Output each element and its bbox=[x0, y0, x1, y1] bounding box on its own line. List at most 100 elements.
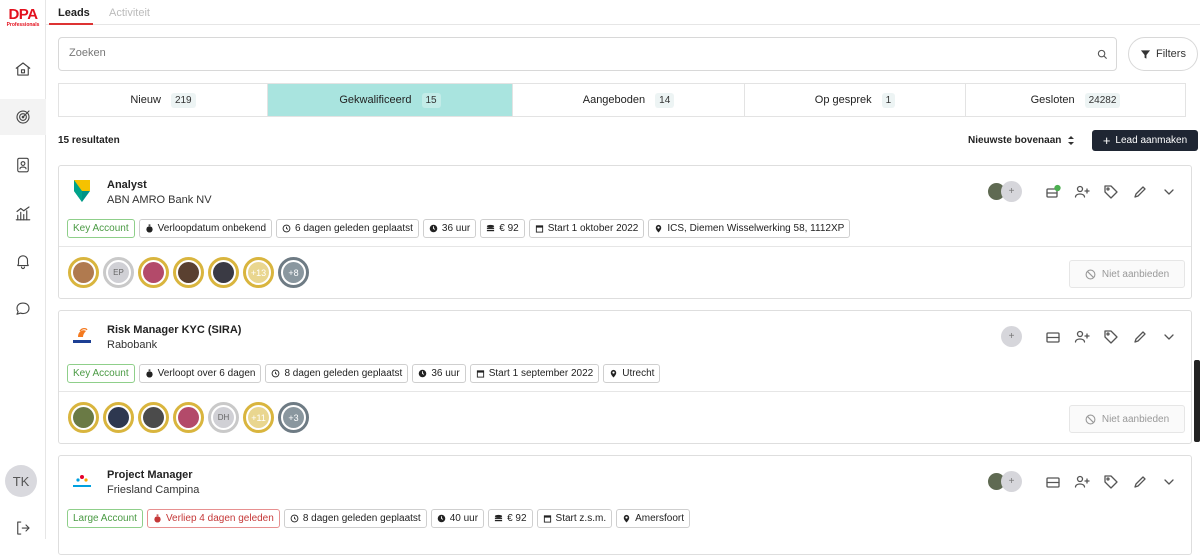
candidate-avatar[interactable] bbox=[173, 257, 204, 288]
sidebar-item-home[interactable] bbox=[0, 51, 46, 87]
not-offer-button[interactable]: Niet aanbieden bbox=[1069, 405, 1185, 433]
edit-icon[interactable] bbox=[1132, 329, 1148, 345]
pipeline-check-icon[interactable] bbox=[1045, 184, 1061, 200]
start-chip: Start 1 september 2022 bbox=[469, 364, 600, 383]
add-user-icon[interactable] bbox=[1074, 329, 1090, 345]
more-candidates-badge[interactable]: +11 bbox=[243, 402, 274, 433]
tab-activiteit[interactable]: Activiteit bbox=[109, 7, 150, 19]
candidate-avatar[interactable] bbox=[208, 257, 239, 288]
tag-icon[interactable] bbox=[1103, 474, 1119, 490]
account-type-badge: Large Account bbox=[67, 509, 143, 528]
lead-card[interactable]: Project Manager Friesland Campina + Larg… bbox=[58, 455, 1192, 555]
location-pin-icon bbox=[611, 369, 617, 378]
filters-label: Filters bbox=[1156, 48, 1186, 60]
candidate-avatar[interactable]: DH bbox=[208, 402, 239, 433]
status-tab-gekwalificeerd[interactable]: Gekwalificeerd 15 bbox=[268, 84, 513, 116]
lead-title[interactable]: Project Manager bbox=[107, 469, 193, 481]
lead-title[interactable]: Analyst bbox=[107, 179, 147, 191]
tag-icon[interactable] bbox=[1103, 184, 1119, 200]
lead-card[interactable]: Analyst ABN AMRO Bank NV + Key Account V… bbox=[58, 165, 1192, 299]
pipeline-icon[interactable] bbox=[1045, 474, 1061, 490]
calendar-icon bbox=[543, 515, 551, 523]
history-icon bbox=[282, 224, 291, 233]
status-tab-count: 24282 bbox=[1084, 92, 1121, 108]
start-chip: Start z.s.m. bbox=[536, 509, 613, 528]
status-tab-label: Op gesprek bbox=[814, 94, 872, 106]
assignees: + bbox=[986, 471, 1022, 492]
tag-icon[interactable] bbox=[1103, 329, 1119, 345]
abn-amro-logo bbox=[74, 180, 90, 202]
user-avatar[interactable]: TK bbox=[5, 465, 37, 497]
create-lead-button[interactable]: + Lead aanmaken bbox=[1092, 130, 1198, 151]
add-user-icon[interactable] bbox=[1074, 474, 1090, 490]
edit-icon[interactable] bbox=[1132, 474, 1148, 490]
account-type-badge: Key Account bbox=[67, 219, 135, 238]
expiry-chip: Verloopt over 6 dagen bbox=[138, 364, 262, 383]
dpa-logo[interactable]: DPA Professionals bbox=[3, 7, 43, 28]
lead-card[interactable]: Risk Manager KYC (SIRA) Rabobank + Key A… bbox=[58, 310, 1192, 444]
history-icon bbox=[272, 369, 280, 378]
add-user-icon[interactable] bbox=[1074, 184, 1090, 200]
contacts-icon bbox=[17, 157, 29, 173]
add-assignee-button[interactable]: + bbox=[1001, 181, 1022, 202]
results-count: 15 resultaten bbox=[58, 135, 120, 146]
tab-leads[interactable]: Leads bbox=[58, 7, 90, 19]
coins-icon bbox=[487, 224, 495, 232]
expiry-chip: Verloopdatum onbekend bbox=[138, 219, 273, 238]
scrollbar-thumb[interactable] bbox=[1194, 360, 1200, 442]
ban-icon bbox=[1085, 269, 1096, 279]
status-tabs: Nieuw 219 Gekwalificeerd 15 Aangeboden 1… bbox=[58, 83, 1186, 117]
lead-title[interactable]: Risk Manager KYC (SIRA) bbox=[107, 324, 241, 336]
status-tab-aangeboden[interactable]: Aangeboden 14 bbox=[513, 84, 745, 116]
candidate-avatar[interactable] bbox=[173, 402, 204, 433]
pipeline-icon[interactable] bbox=[1045, 329, 1061, 345]
more-candidates-badge[interactable]: +13 bbox=[243, 257, 274, 288]
candidate-avatar[interactable] bbox=[138, 402, 169, 433]
status-tab-count: 1 bbox=[881, 92, 896, 108]
hours-chip: 36 uur bbox=[422, 219, 477, 238]
logout-button[interactable] bbox=[0, 510, 46, 546]
location-pin-icon bbox=[623, 514, 630, 523]
sidebar-item-contacts[interactable] bbox=[0, 147, 46, 183]
edit-icon[interactable] bbox=[1132, 184, 1148, 200]
chevron-down-icon[interactable] bbox=[1161, 474, 1177, 490]
add-assignee-button[interactable]: + bbox=[1001, 471, 1022, 492]
search-box bbox=[58, 37, 1117, 71]
sidebar-item-messages[interactable] bbox=[0, 291, 46, 327]
target-icon bbox=[16, 110, 30, 124]
sort-icon bbox=[1068, 136, 1075, 145]
posted-chip: 6 dagen geleden geplaatst bbox=[276, 219, 419, 238]
status-tab-op-gesprek[interactable]: Op gesprek 1 bbox=[745, 84, 966, 116]
sidebar: DPA Professionals TK bbox=[0, 0, 46, 539]
sort-dropdown[interactable]: Nieuwste bovenaan bbox=[968, 135, 1075, 146]
rest-candidates-badge[interactable]: +8 bbox=[278, 257, 309, 288]
status-tab-count: 15 bbox=[421, 92, 441, 108]
add-assignee-button[interactable]: + bbox=[1001, 326, 1022, 347]
chevron-down-icon[interactable] bbox=[1161, 184, 1177, 200]
candidate-avatar[interactable]: EP bbox=[103, 257, 134, 288]
not-offer-button[interactable]: Niet aanbieden bbox=[1069, 260, 1185, 288]
friesland-campina-logo bbox=[73, 475, 91, 487]
sidebar-item-leads[interactable] bbox=[0, 99, 46, 135]
search-input[interactable] bbox=[69, 47, 1059, 59]
status-tab-gesloten[interactable]: Gesloten 24282 bbox=[966, 84, 1185, 116]
coins-icon bbox=[494, 514, 503, 522]
status-tab-label: Gesloten bbox=[1030, 94, 1075, 106]
sidebar-item-statistics[interactable] bbox=[0, 195, 46, 231]
filters-button[interactable]: Filters bbox=[1128, 37, 1198, 71]
candidate-avatar[interactable] bbox=[103, 402, 134, 433]
rate-chip: € 92 bbox=[480, 219, 525, 238]
search-icon[interactable] bbox=[1097, 49, 1108, 60]
rest-candidates-badge[interactable]: +3 bbox=[278, 402, 309, 433]
candidate-avatar[interactable] bbox=[68, 402, 99, 433]
status-tab-nieuw[interactable]: Nieuw 219 bbox=[59, 84, 268, 116]
status-tab-label: Gekwalificeerd bbox=[339, 94, 412, 106]
candidate-avatar[interactable] bbox=[68, 257, 99, 288]
divider bbox=[59, 391, 1191, 392]
sort-label: Nieuwste bovenaan bbox=[968, 135, 1062, 146]
timer-icon bbox=[154, 514, 161, 523]
timer-icon bbox=[145, 224, 153, 233]
candidate-avatar[interactable] bbox=[138, 257, 169, 288]
chevron-down-icon[interactable] bbox=[1161, 329, 1177, 345]
sidebar-item-notifications[interactable] bbox=[0, 243, 46, 279]
